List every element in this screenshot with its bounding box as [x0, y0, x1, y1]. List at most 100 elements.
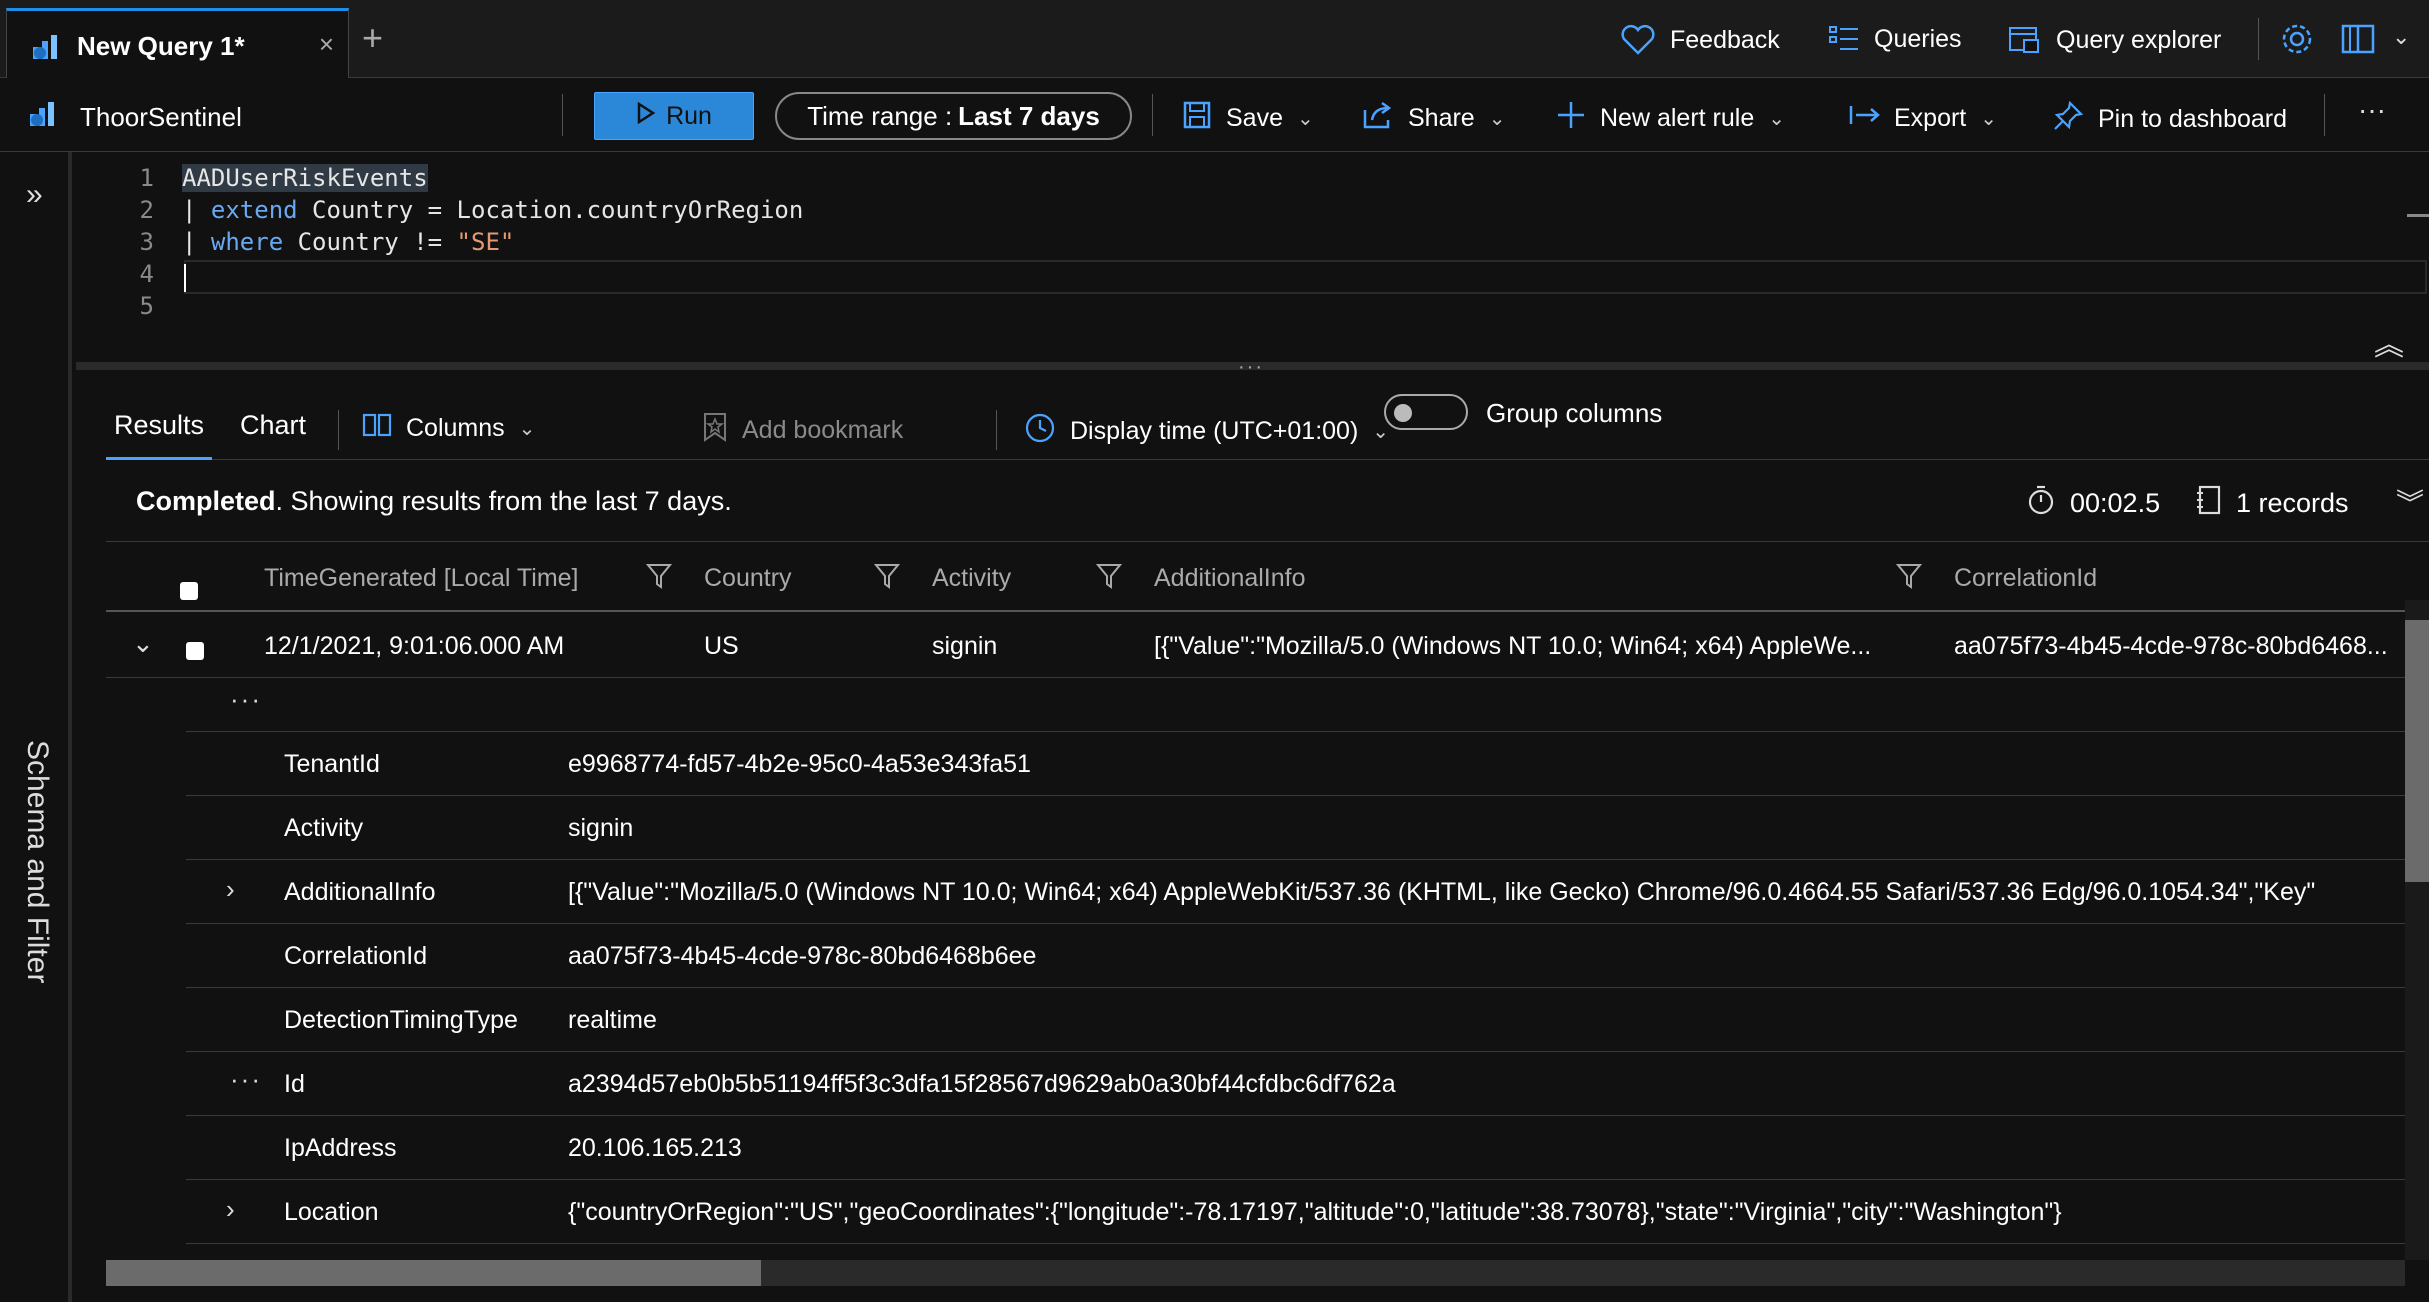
filter-icon[interactable] — [645, 562, 673, 595]
collapse-editor-icon[interactable]: ︽ — [2374, 320, 2404, 364]
detail-value: {"countryOrRegion":"US","geoCoordinates"… — [568, 1198, 2062, 1226]
column-header-correlationid[interactable]: CorrelationId — [1954, 564, 2097, 593]
elapsed-time: 00:02.5 — [2070, 488, 2161, 518]
chevron-down-icon: ⌄ — [1488, 108, 1506, 130]
pin-to-dashboard-button[interactable]: Pin to dashboard — [2052, 100, 2287, 139]
time-range-picker[interactable]: Time range : Last 7 days — [775, 92, 1132, 140]
column-header-timegenerated[interactable]: TimeGenerated [Local Time] — [264, 564, 579, 593]
gear-icon[interactable] — [2280, 22, 2314, 61]
tab-results[interactable]: Results — [106, 400, 212, 460]
new-alert-rule-button[interactable]: New alert rule ⌄ — [1556, 100, 1785, 137]
chevron-down-icon: ⌄ — [1296, 108, 1314, 130]
cell-country: US — [704, 632, 739, 660]
notebook-icon — [2196, 484, 2222, 523]
column-header-country[interactable]: Country — [704, 564, 792, 593]
logs-icon — [28, 98, 60, 135]
queries-button[interactable]: Queries — [1828, 24, 1962, 54]
stopwatch-icon — [2026, 484, 2056, 523]
more-options-button[interactable]: ··· — [230, 684, 262, 715]
share-button[interactable]: Share ⌄ — [1362, 100, 1505, 137]
play-icon — [636, 101, 656, 131]
detail-key: Activity — [284, 814, 364, 842]
more-options-button[interactable]: ··· — [230, 1064, 262, 1095]
time-range-label: Time range : — [807, 100, 953, 131]
editor-line-4: 4 — [76, 260, 154, 292]
row-checkbox[interactable] — [186, 642, 204, 660]
cell-additionalinfo: [{"Value":"Mozilla/5.0 (Windows NT 10.0;… — [1154, 632, 1872, 660]
chevron-right-icon[interactable]: › — [226, 874, 235, 905]
detail-key: DetectionTimingType — [284, 1006, 518, 1034]
feedback-button[interactable]: Feedback — [1620, 24, 1780, 56]
more-options-button[interactable]: ··· — [2358, 94, 2386, 126]
display-time-dropdown[interactable]: Display time (UTC+01:00) ⌄ — [1024, 412, 1389, 451]
table-row[interactable]: ⌄ 12/1/2021, 9:01:06.000 AM US signin [{… — [106, 614, 2429, 678]
export-label: Export — [1894, 104, 1967, 132]
run-button[interactable]: Run — [594, 92, 754, 140]
cell-correlationid: aa075f73-4b45-4cde-978c-80bd6468... — [1954, 632, 2388, 660]
status-bar: Completed. Showing results from the last… — [106, 460, 2429, 542]
logs-icon — [31, 31, 63, 68]
detail-row: DetectionTimingType realtime — [186, 988, 2429, 1052]
results-pane: Results Chart Columns ⌄ Add bookmark Dis… — [76, 370, 2429, 1302]
filter-icon[interactable] — [1895, 562, 1923, 595]
query-explorer-label: Query explorer — [2056, 25, 2222, 54]
save-button[interactable]: Save ⌄ — [1182, 100, 1314, 137]
query-explorer-button[interactable]: Query explorer — [2008, 24, 2221, 56]
line-number: 1 — [139, 164, 154, 192]
detail-value: signin — [568, 814, 634, 842]
new-tab-button[interactable]: + — [362, 20, 383, 56]
query-editor[interactable]: 1 AADUserRiskEvents 2 | extend Country =… — [76, 152, 2429, 364]
select-all-checkbox[interactable] — [180, 582, 198, 600]
keyword: extend — [210, 196, 298, 224]
editor-line-1: 1 AADUserRiskEvents — [76, 164, 428, 196]
chevron-down-icon[interactable]: ⌄ — [2392, 24, 2410, 50]
close-icon[interactable]: × — [319, 29, 334, 60]
divider — [338, 410, 339, 450]
filter-icon[interactable] — [1095, 562, 1123, 595]
detail-value: 20.106.165.213 — [568, 1134, 742, 1162]
plus-icon — [1556, 100, 1586, 137]
keyword: where — [210, 228, 284, 256]
detail-key: Id — [284, 1070, 305, 1098]
status-detail: . Showing results from the last 7 days. — [275, 486, 732, 516]
export-button[interactable]: Export ⌄ — [1848, 100, 1997, 137]
queries-icon — [1828, 24, 1860, 54]
column-header-activity[interactable]: Activity — [932, 564, 1011, 593]
detail-toolbar: ··· — [186, 680, 2429, 732]
tab-new-query-1[interactable]: New Query 1* × — [6, 8, 349, 80]
column-header-additionalinfo[interactable]: AdditionalInfo — [1154, 564, 1306, 593]
export-icon — [1848, 100, 1880, 137]
save-icon — [1182, 100, 1212, 137]
detail-value: aa075f73-4b45-4cde-978c-80bd6468b6ee — [568, 942, 1037, 970]
line-number: 4 — [139, 260, 154, 288]
detail-row: CorrelationId aa075f73-4b45-4cde-978c-80… — [186, 924, 2429, 988]
columns-button[interactable]: Columns ⌄ — [362, 412, 535, 445]
detail-key: TenantId — [284, 750, 380, 778]
editor-line-3: 3 | where Country != "SE" — [76, 228, 515, 260]
tab-bar: New Query 1* × + Feedback Queries Query … — [0, 0, 2429, 80]
book-icon[interactable] — [2340, 22, 2376, 61]
divider — [2324, 94, 2325, 136]
expand-panel-icon[interactable]: » — [26, 178, 43, 212]
horizontal-scrollbar-thumb[interactable] — [106, 1260, 761, 1286]
chevron-down-icon[interactable]: ⌄ — [132, 628, 154, 659]
filter-icon[interactable] — [873, 562, 901, 595]
records-label: 1 records — [2236, 488, 2349, 518]
results-toolbar: Results Chart Columns ⌄ Add bookmark Dis… — [106, 400, 2429, 460]
tab-chart[interactable]: Chart — [240, 400, 306, 460]
expression: Country != — [283, 228, 457, 256]
scroll-marker — [2407, 214, 2429, 217]
detail-row: ··· Id a2394d57eb0b5b51194ff5f3c3dfa15f2… — [186, 1052, 2429, 1116]
query-duration: 00:02.5 — [2026, 484, 2160, 523]
expand-results-icon[interactable]: ︾ — [2396, 482, 2424, 522]
expression: Country = Location.countryOrRegion — [297, 196, 804, 224]
table-name: AADUserRiskEvents — [182, 164, 428, 192]
chevron-right-icon[interactable]: › — [226, 1194, 235, 1225]
query-explorer-icon — [2008, 24, 2042, 56]
text-cursor — [184, 264, 186, 292]
add-bookmark-button[interactable]: Add bookmark — [702, 412, 903, 449]
vertical-scrollbar-thumb[interactable] — [2405, 620, 2429, 882]
group-columns-toggle[interactable] — [1384, 394, 1468, 430]
detail-key: CorrelationId — [284, 942, 428, 970]
detail-key: Location — [284, 1198, 379, 1226]
